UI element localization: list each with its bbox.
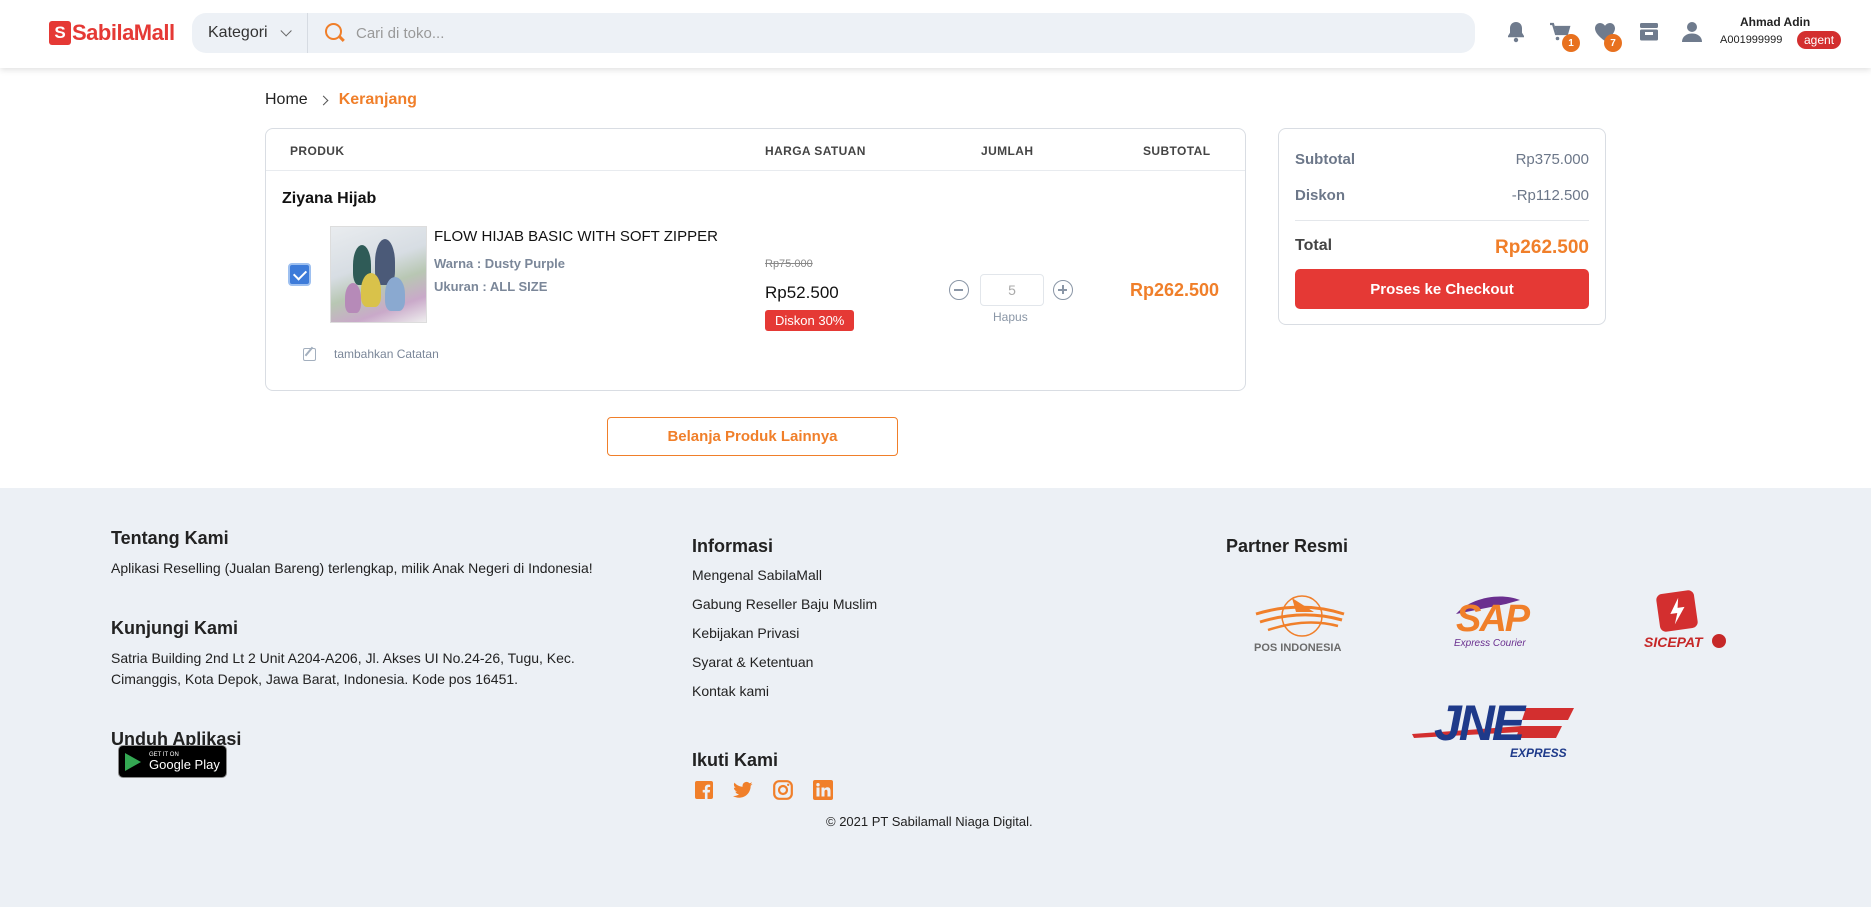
product-color: Warna : Dusty Purple [434,256,565,271]
summary-total-label: Total [1295,237,1333,254]
column-unit-price: HARGA SATUAN [765,144,866,158]
jne-logo: JNE EXPRESS [1412,695,1574,766]
user-role-badge: agent [1797,31,1842,49]
user-name[interactable]: Ahmad Adin [1740,15,1810,29]
twitter-icon[interactable] [733,780,753,800]
edit-note-icon[interactable] [303,348,316,361]
sicepat-label: SICEPAT [1644,634,1703,650]
chevron-down-icon [280,25,292,37]
product-name[interactable]: FLOW HIJAB BASIC WITH SOFT ZIPPER [434,228,718,245]
info-link[interactable]: Kebijakan Privasi [692,623,799,644]
follow-title: Ikuti Kami [692,750,779,770]
order-summary: Subtotal Rp375.000 Diskon -Rp112.500 Tot… [1278,128,1606,325]
user-icon[interactable] [1680,20,1704,44]
sap-label: SAP [1456,598,1530,640]
breadcrumb: Home Keranjang [265,91,417,109]
pos-label: POS INDONESIA [1254,642,1342,654]
column-quantity: JUMLAH [981,144,1034,158]
sicepat-mark [1655,589,1699,633]
search-bar: Kategori [192,13,1475,53]
category-dropdown[interactable]: Kategori [192,13,308,53]
jne-label: JNE [1434,695,1525,751]
summary-discount-value: -Rp112.500 [1511,187,1589,204]
logo-text: SabilaMall [72,20,175,45]
sabilamall-logo[interactable]: S SabilaMall [49,18,175,48]
copyright-text: © 2021 PT Sabilamall Niaga Digital. [826,814,1033,829]
summary-subtotal-value: Rp375.000 [1515,151,1589,168]
category-label: Kategori [208,24,268,41]
summary-subtotal-label: Subtotal [1295,151,1355,168]
cart-table-header: PRODUK HARGA SATUAN JUMLAH SUBTOTAL [266,129,1245,171]
info-link[interactable]: Syarat & Ketentuan [692,652,813,673]
price-discounted: Rp52.500 [765,283,839,302]
cart-table: PRODUK HARGA SATUAN JUMLAH SUBTOTAL Ziya… [265,128,1246,391]
item-select-checkbox[interactable] [288,263,311,286]
store-icon[interactable] [1637,20,1661,44]
column-product: PRODUK [290,144,345,158]
google-play-button[interactable]: GET IT ON Google Play [118,745,227,778]
facebook-icon[interactable] [694,780,714,800]
qty-decrease-button[interactable] [949,280,969,300]
google-play-icon [125,752,141,771]
add-note-link[interactable]: tambahkan Catatan [334,347,439,361]
summary-total-value: Rp262.500 [1494,237,1589,258]
info-title: Informasi [692,536,774,556]
instagram-icon[interactable] [773,780,793,800]
summary-discount-label: Diskon [1295,187,1346,204]
wishlist-count-badge: 7 [1604,34,1622,52]
breadcrumb-home[interactable]: Home [265,91,308,109]
info-link[interactable]: Gabung Reseller Baju Muslim [692,594,877,615]
sicepat-dot [1712,634,1726,648]
qty-increase-button[interactable] [1053,280,1073,300]
about-title: Tentang Kami [111,528,229,548]
top-header: S SabilaMall Kategori 1 7 Ahmad Adin A00… [0,0,1871,68]
google-play-label: Google Play [149,757,220,772]
visit-title: Kunjungi Kami [111,618,238,638]
summary-divider [1295,220,1589,221]
breadcrumb-current: Keranjang [338,91,417,108]
pos-indonesia-logo: POS INDONESIA [1252,592,1348,658]
google-play-text: GET IT ON Google Play [149,752,220,771]
partner-title: Partner Resmi [1226,536,1349,556]
shop-name[interactable]: Ziyana Hijab [282,190,376,208]
sicepat-logo: SICEPAT [1644,589,1726,658]
price-original: Rp75.000 [765,258,813,270]
remove-item-link[interactable]: Hapus [993,310,1028,324]
product-image[interactable] [330,226,427,323]
info-link[interactable]: Kontak kami [692,681,769,702]
jne-sub-label: EXPRESS [1510,746,1567,760]
product-size: Ukuran : ALL SIZE [434,279,548,294]
chevron-right-icon [318,95,329,105]
shop-more-button[interactable]: Belanja Produk Lainnya [607,417,898,456]
search-input[interactable] [356,24,1256,42]
search-icon[interactable] [324,22,346,44]
summary-discount-row: Diskon -Rp112.500 [1295,187,1589,204]
sap-sub-label: Express Courier [1454,638,1526,649]
linkedin-icon[interactable] [813,780,833,800]
address-line-2: Cimanggis, Kota Depok, Jawa Barat, Indon… [111,671,519,687]
cart-count-badge: 1 [1562,34,1580,52]
checkout-button[interactable]: Proses ke Checkout [1295,269,1589,309]
sap-logo: SAP Express Courier [1450,594,1536,654]
discount-badge: Diskon 30% [765,310,855,331]
info-link[interactable]: Mengenal SabilaMall [692,565,822,586]
bell-icon[interactable] [1504,20,1528,44]
logo-mark: S [49,21,71,45]
user-id: A001999999 [1720,34,1783,46]
summary-subtotal-row: Subtotal Rp375.000 [1295,151,1589,168]
about-text: Aplikasi Reselling (Jualan Bareng) terle… [111,560,593,576]
address-line-1: Satria Building 2nd Lt 2 Unit A204-A206,… [111,650,575,666]
item-subtotal: Rp262.500 [1130,280,1220,300]
quantity-input[interactable] [980,274,1044,306]
column-subtotal: SUBTOTAL [1143,144,1211,158]
footer: Tentang Kami Aplikasi Reselling (Jualan … [0,488,1871,907]
